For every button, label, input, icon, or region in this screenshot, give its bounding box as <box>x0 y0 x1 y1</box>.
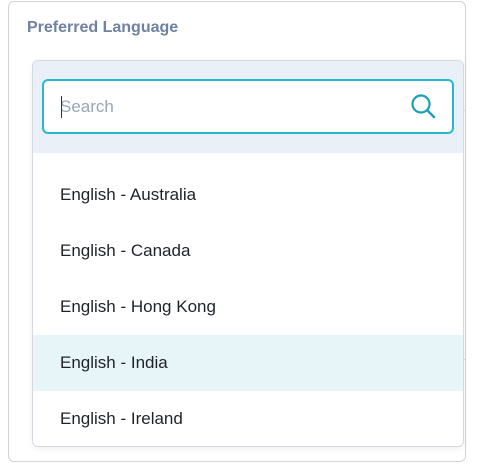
language-dropdown: English - Australia English - Canada Eng… <box>32 60 464 447</box>
language-options-list: English - Australia English - Canada Eng… <box>33 167 463 446</box>
language-option-highlighted[interactable]: English - India <box>33 335 463 391</box>
search-input[interactable] <box>60 81 390 132</box>
language-option[interactable]: English - Australia <box>33 167 463 223</box>
language-option[interactable]: English - Ireland <box>33 391 463 446</box>
text-cursor <box>61 96 62 118</box>
search-icon[interactable] <box>410 93 436 119</box>
field-label: Preferred Language <box>27 19 179 36</box>
search-area <box>33 61 463 153</box>
language-option[interactable]: English - Hong Kong <box>33 279 463 335</box>
search-box[interactable] <box>42 79 454 134</box>
language-option[interactable]: English - Canada <box>33 223 463 279</box>
language-field-card: Preferred Language English - Australia E… <box>8 1 466 462</box>
